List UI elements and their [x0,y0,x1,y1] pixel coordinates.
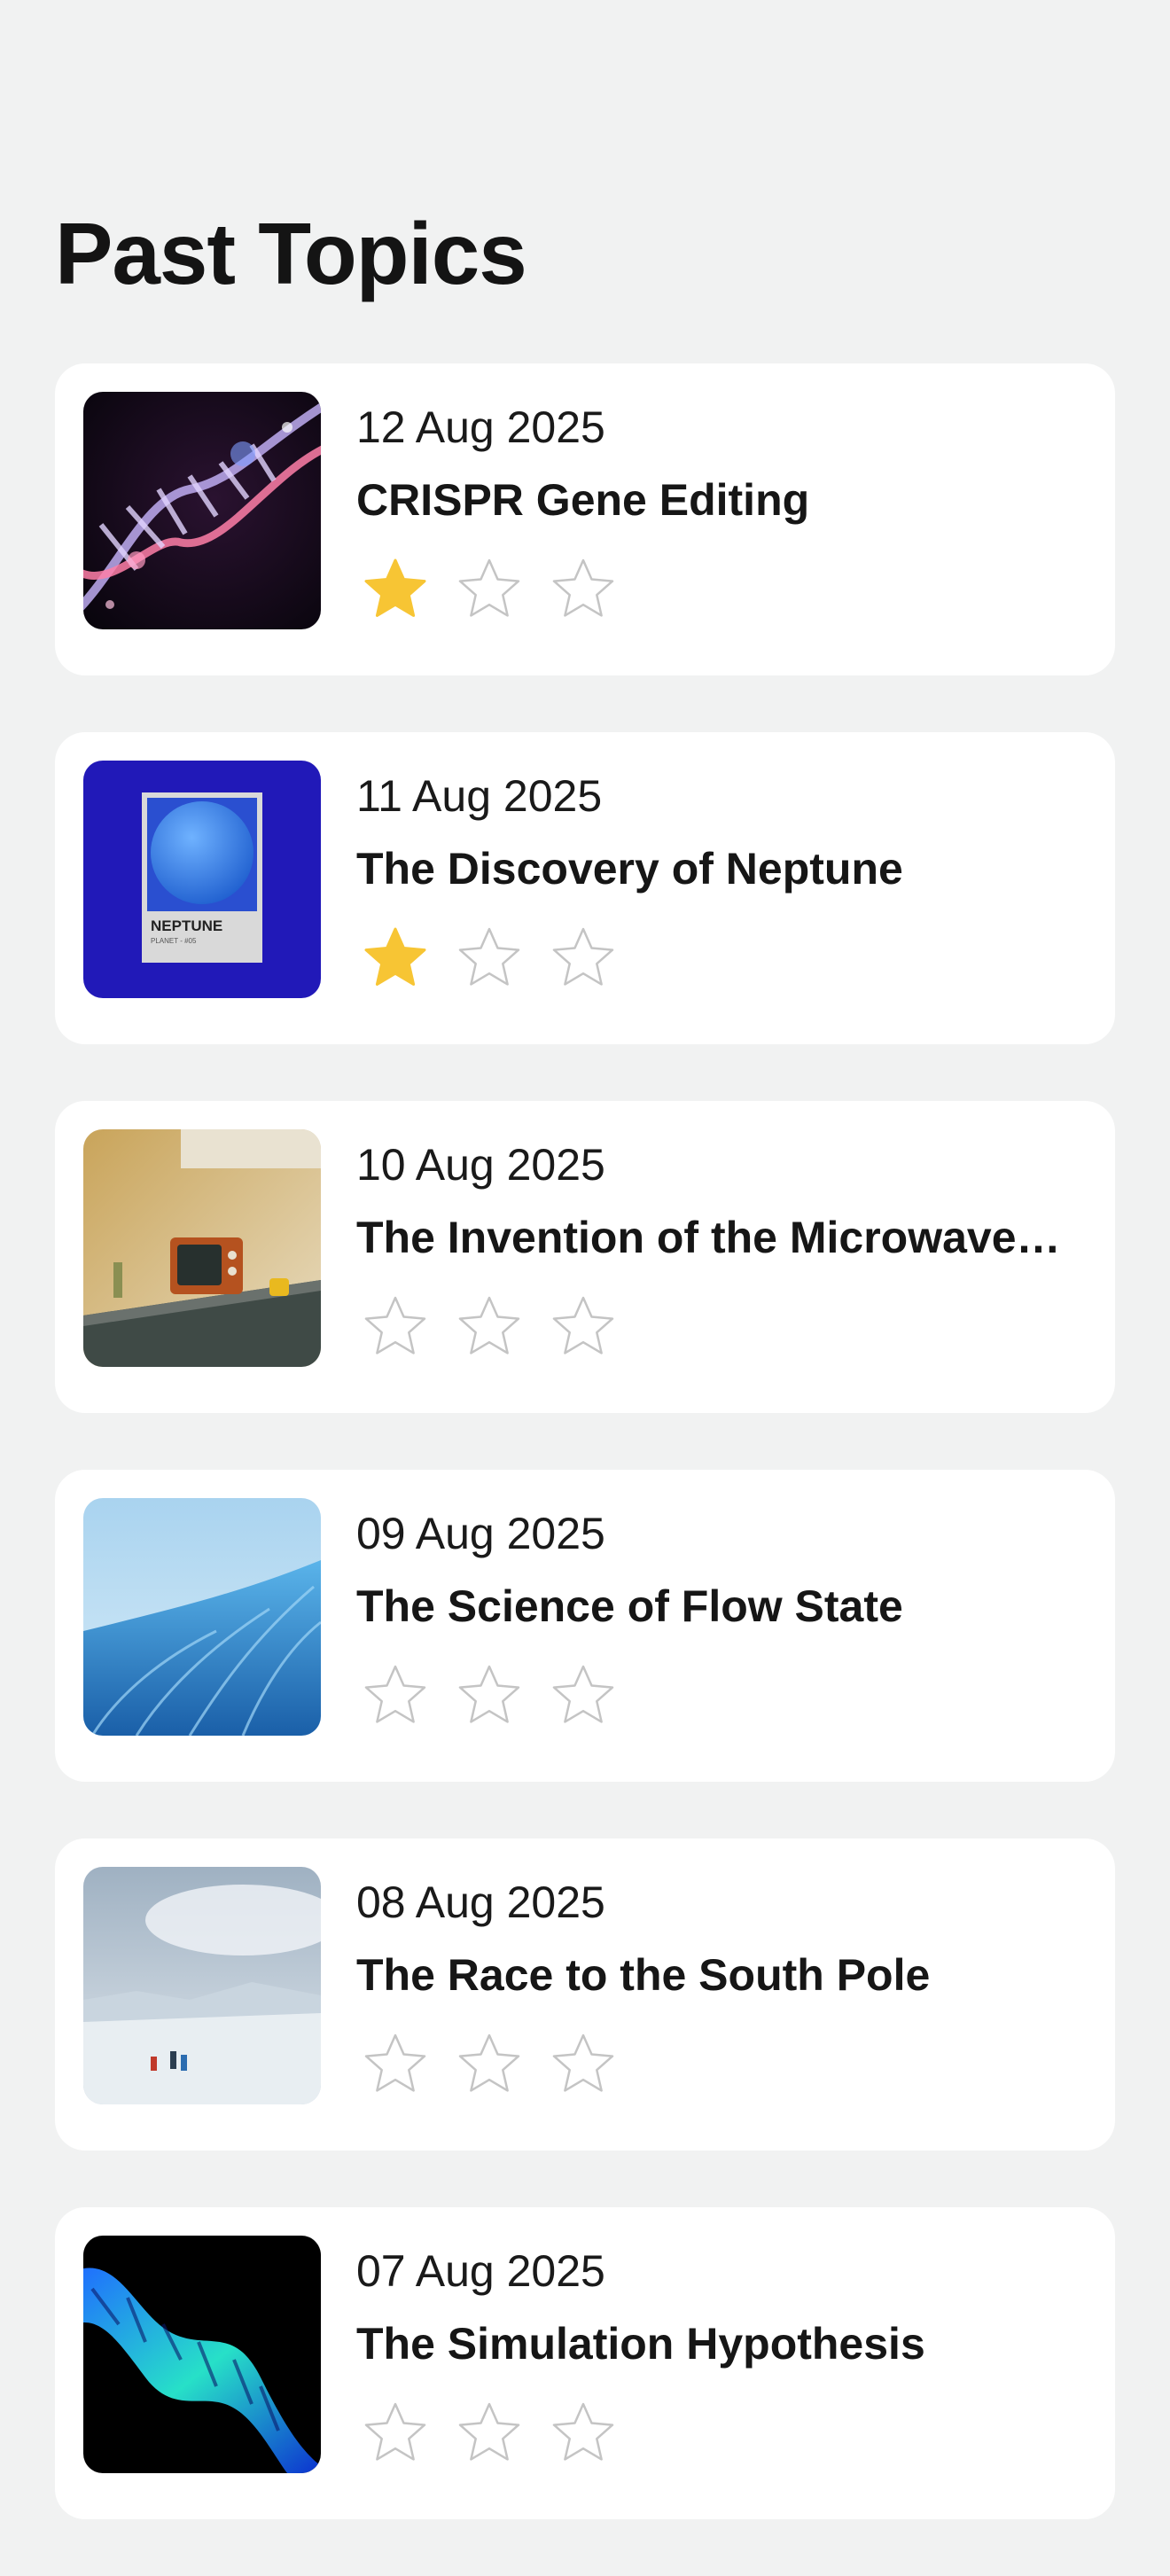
topic-title: The Simulation Hypothesis [356,2319,925,2369]
water-flow-image [83,1498,321,1736]
polar-expedition-image [83,1867,321,2104]
swatch-caption: PLANET - #05 [151,937,197,945]
page-title: Past Topics [55,205,527,302]
abstract-twist-image [83,2236,321,2473]
star-rating [360,924,619,995]
neptune-swatch-image: NEPTUNE PLANET - #05 [83,761,321,998]
topic-card[interactable]: 12 Aug 2025 CRISPR Gene Editing [55,363,1115,675]
star-outline-icon[interactable] [360,2030,431,2101]
topic-title: The Race to the South Pole [356,1950,931,2000]
swatch-label: NEPTUNE [151,917,222,934]
topic-date: 08 Aug 2025 [356,1877,605,1927]
star-outline-icon[interactable] [548,555,619,626]
topic-card[interactable]: 09 Aug 2025 The Science of Flow State [55,1470,1115,1782]
topic-title: The Science of Flow State [356,1581,903,1631]
star-outline-icon[interactable] [454,1661,525,1732]
star-outline-icon[interactable] [360,1661,431,1732]
star-rating [360,1292,619,1363]
star-outline-icon[interactable] [548,2399,619,2470]
star-outline-icon[interactable] [548,2030,619,2101]
star-outline-icon[interactable] [454,924,525,995]
star-rating [360,1661,619,1732]
star-outline-icon[interactable] [548,924,619,995]
star-outline-icon[interactable] [548,1661,619,1732]
star-outline-icon[interactable] [454,2399,525,2470]
star-outline-icon[interactable] [454,1292,525,1363]
topic-card[interactable]: 07 Aug 2025 The Simulation Hypothesis [55,2207,1115,2519]
star-outline-icon[interactable] [454,2030,525,2101]
topic-card[interactable]: 10 Aug 2025 The Invention of the Microwa… [55,1101,1115,1413]
topic-date: 07 Aug 2025 [356,2246,605,2296]
topic-date: 12 Aug 2025 [356,402,605,452]
kitchen-tv-image [83,1129,321,1367]
topic-list: 12 Aug 2025 CRISPR Gene Editing NEPTUNE … [55,363,1115,2576]
star-outline-icon[interactable] [548,1292,619,1363]
star-filled-icon[interactable] [360,924,431,995]
star-rating [360,2030,619,2101]
star-rating [360,2399,619,2470]
topic-date: 10 Aug 2025 [356,1140,605,1190]
topic-title: CRISPR Gene Editing [356,475,810,525]
topic-card[interactable]: 08 Aug 2025 The Race to the South Pole [55,1838,1115,2151]
topic-card[interactable]: NEPTUNE PLANET - #05 11 Aug 2025 The Dis… [55,732,1115,1044]
star-rating [360,555,619,626]
star-outline-icon[interactable] [360,1292,431,1363]
topic-date: 11 Aug 2025 [356,771,603,821]
dna-helix-image [83,392,321,629]
topic-title: The Invention of the Microwave… [356,1213,1061,1262]
star-outline-icon[interactable] [360,2399,431,2470]
topic-date: 09 Aug 2025 [356,1509,605,1558]
star-filled-icon[interactable] [360,555,431,626]
star-outline-icon[interactable] [454,555,525,626]
topic-title: The Discovery of Neptune [356,844,903,894]
